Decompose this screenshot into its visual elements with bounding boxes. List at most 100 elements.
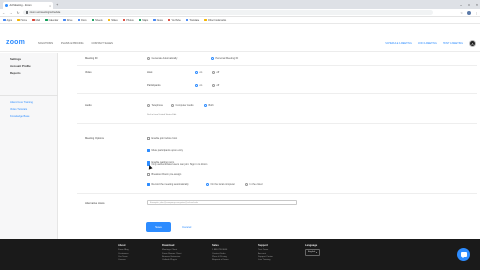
footer-link[interactable]: Customers bbox=[118, 253, 129, 255]
footer-link[interactable]: Outlook Plug-in bbox=[162, 259, 181, 261]
new-tab-button[interactable]: + bbox=[56, 2, 58, 7]
radio-record-local[interactable] bbox=[206, 183, 209, 186]
meeting-id-personal-option[interactable]: Personal Meeting ID bbox=[211, 56, 238, 60]
footer-link[interactable]: Plans & Pricing bbox=[212, 256, 228, 258]
minimize-icon[interactable]: – bbox=[460, 3, 462, 7]
divider bbox=[77, 193, 477, 194]
tab-close-icon[interactable]: × bbox=[49, 4, 51, 8]
host-meeting-link[interactable]: HOST A MEETING bbox=[443, 42, 463, 45]
reload-icon[interactable]: ↻ bbox=[16, 11, 20, 15]
footer-link[interactable]: Meetings Client bbox=[162, 249, 181, 251]
bookmark-item[interactable]: Mail bbox=[32, 19, 40, 22]
audio-both-option[interactable]: Both bbox=[204, 104, 214, 107]
checkbox-mute-on-entry[interactable] bbox=[147, 149, 150, 152]
footer-link[interactable]: Account bbox=[258, 253, 273, 255]
browser-tab[interactable]: Ad Meeting - Zoom × bbox=[3, 2, 53, 9]
bookmark-star-icon[interactable]: ☆ bbox=[460, 11, 463, 15]
bookmark-item[interactable]: Translate bbox=[185, 19, 199, 22]
close-window-icon[interactable]: × bbox=[476, 3, 478, 7]
footer-link[interactable]: Our Team bbox=[118, 256, 129, 258]
nav-solutions[interactable]: SOLUTIONS bbox=[38, 42, 53, 45]
sidebar-item-knowledge-base[interactable]: Knowledge Base bbox=[10, 115, 29, 118]
radio-record-cloud[interactable] bbox=[245, 183, 248, 186]
radio-participants-off[interactable] bbox=[212, 83, 215, 87]
footer-link[interactable]: Support Center bbox=[258, 256, 273, 258]
save-button[interactable]: Save bbox=[146, 222, 171, 232]
footer-link[interactable]: Zoom Rooms Client bbox=[162, 253, 181, 255]
radio-both[interactable] bbox=[204, 104, 207, 107]
option-record-automatically[interactable]: Record the meeting automatically bbox=[147, 183, 189, 186]
bookmark-item[interactable]: YouTube bbox=[167, 19, 181, 22]
bookmark-item[interactable]: News bbox=[153, 19, 163, 22]
radio-host-on[interactable] bbox=[195, 70, 198, 74]
back-icon[interactable]: ← bbox=[2, 11, 6, 15]
sidebar-item-live-training[interactable]: Attend Live Training bbox=[10, 101, 33, 104]
footer-link[interactable]: Browser Extension bbox=[162, 256, 181, 258]
sidebar-item-reports[interactable]: Reports bbox=[10, 71, 21, 75]
zoom-header-actions: SCHEDULE A MEETING JOIN A MEETING HOST A… bbox=[385, 40, 476, 47]
browser-menu-icon[interactable]: ⋮ bbox=[475, 11, 478, 15]
bookmark-item[interactable]: Maps bbox=[138, 19, 148, 22]
checkbox-breakout-preassign[interactable] bbox=[147, 173, 150, 176]
footer-link[interactable]: Careers bbox=[118, 259, 129, 261]
record-cloud-option[interactable]: In the cloud bbox=[245, 183, 262, 186]
option-breakout-preassign[interactable]: Breakout Room pre-assign bbox=[147, 173, 181, 176]
radio-personal[interactable] bbox=[211, 56, 214, 60]
bookmark-item[interactable]: Docs bbox=[77, 19, 87, 22]
video-host-off-option[interactable]: off bbox=[212, 70, 219, 74]
forward-icon[interactable]: → bbox=[9, 11, 13, 15]
footer-link[interactable]: Test Zoom bbox=[258, 249, 273, 251]
radio-computer-audio[interactable] bbox=[171, 104, 174, 107]
radio-host-off[interactable] bbox=[212, 70, 215, 74]
sidebar-item-account-profile[interactable]: Account Profile bbox=[10, 64, 31, 68]
nav-plans-pricing[interactable]: PLANS & PRICING bbox=[61, 42, 84, 45]
profile-avatar[interactable] bbox=[467, 10, 471, 15]
bookmark-item[interactable]: Apps bbox=[3, 19, 12, 22]
checkbox-join-before-host[interactable] bbox=[147, 137, 150, 140]
option-mute-on-entry[interactable]: Mute participants upon entry bbox=[147, 149, 183, 152]
bookmark-item[interactable]: Home bbox=[17, 19, 27, 22]
bookmark-item[interactable]: Sheets bbox=[91, 19, 103, 22]
footer-link[interactable]: Contact Sales bbox=[212, 253, 228, 255]
record-local-option[interactable]: On the local computer bbox=[206, 183, 235, 186]
tab-title: Ad Meeting - Zoom bbox=[9, 4, 32, 7]
bookmark-item[interactable]: Drive bbox=[63, 19, 73, 22]
join-meeting-link[interactable]: JOIN A MEETING bbox=[418, 42, 437, 45]
audio-dial-in-hint[interactable]: Dial in from United States Edit bbox=[147, 114, 176, 116]
language-select[interactable]: English ▾ bbox=[305, 249, 320, 256]
video-host-on-option[interactable]: on bbox=[195, 70, 202, 74]
footer-link[interactable]: Zoom Blog bbox=[118, 249, 129, 251]
bookmark-favicon-icon bbox=[204, 18, 207, 22]
radio-telephone[interactable] bbox=[147, 104, 150, 107]
radio-generate[interactable] bbox=[147, 56, 150, 60]
footer-link[interactable]: Request a Demo bbox=[212, 259, 228, 261]
help-chat-button[interactable] bbox=[457, 248, 470, 261]
bookmark-label: Calendar bbox=[48, 18, 59, 22]
video-participants-on-option[interactable]: on bbox=[195, 83, 202, 87]
option-join-before-host[interactable]: Enable join before host bbox=[147, 137, 177, 140]
video-participants-off-option[interactable]: off bbox=[212, 83, 219, 87]
maximize-icon[interactable]: □ bbox=[468, 3, 470, 7]
sidebar-item-settings[interactable]: Settings bbox=[10, 57, 21, 61]
bookmark-item[interactable]: Slides bbox=[107, 19, 118, 22]
footer-link[interactable]: Live Training bbox=[258, 259, 273, 261]
meeting-id-generate-option[interactable]: Generate Automatically bbox=[147, 56, 177, 60]
cancel-button[interactable]: Cancel bbox=[182, 225, 191, 229]
audio-telephone-option[interactable]: Telephone bbox=[147, 104, 163, 107]
language-value: English bbox=[308, 251, 316, 254]
nav-contact-sales[interactable]: CONTACT SALES bbox=[92, 42, 113, 45]
bookmark-item[interactable]: Calendar bbox=[45, 19, 58, 22]
radio-participants-on[interactable] bbox=[195, 83, 198, 87]
alternative-hosts-input[interactable]: Example: john@company.com;peter@school.e… bbox=[147, 200, 297, 205]
zoom-logo[interactable]: zoom bbox=[6, 39, 25, 46]
bookmark-item[interactable]: Photos bbox=[122, 19, 134, 22]
user-avatar[interactable]: A bbox=[469, 40, 476, 47]
bookmark-item[interactable]: Other bookmarks bbox=[204, 19, 226, 22]
checkbox-record-automatically[interactable] bbox=[147, 183, 150, 186]
url-input[interactable]: zoom.us/meeting/schedule bbox=[23, 9, 433, 16]
sidebar-item-video-tutorials[interactable]: Video Tutorials bbox=[10, 108, 27, 111]
footer-link[interactable]: 1.888.799.9666 bbox=[212, 249, 228, 251]
audio-computer-option[interactable]: Computer Audio bbox=[171, 104, 193, 107]
option-authenticated-only[interactable]: Only authenticated users can join: Sign … bbox=[147, 163, 207, 166]
schedule-meeting-link[interactable]: SCHEDULE A MEETING bbox=[385, 42, 412, 45]
